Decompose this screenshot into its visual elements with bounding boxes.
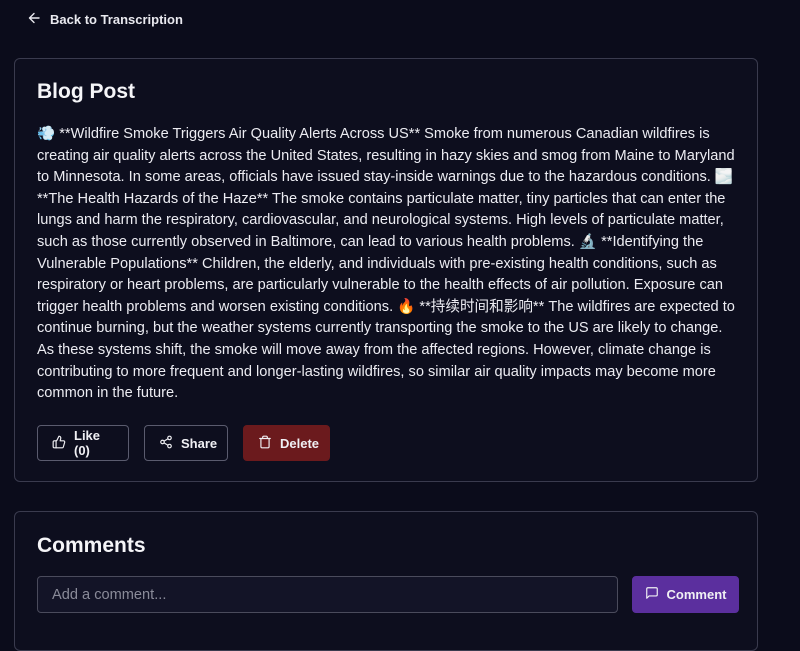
arrow-left-icon	[28, 12, 40, 27]
post-actions: Like (0) Share Delete	[37, 425, 330, 461]
message-square-icon	[645, 586, 659, 603]
share-icon	[159, 435, 173, 452]
blog-post-body: 💨 **Wildfire Smoke Triggers Air Quality …	[37, 126, 735, 402]
share-button[interactable]: Share	[144, 425, 228, 461]
like-label: Like (0)	[74, 428, 101, 458]
share-label: Share	[181, 435, 218, 451]
back-to-transcription-link[interactable]: Back to Transcription	[28, 9, 183, 29]
delete-label: Delete	[280, 435, 320, 451]
comments-card: Comments Comment	[14, 511, 758, 651]
trash-icon	[258, 435, 272, 452]
comment-input[interactable]	[37, 576, 618, 613]
delete-button[interactable]: Delete	[243, 425, 330, 461]
blog-post-card: Blog Post 💨 **Wildfire Smoke Triggers Ai…	[14, 58, 758, 482]
blog-post-heading: Blog Post	[37, 80, 135, 103]
comment-submit-label: Comment	[666, 587, 727, 602]
thumbs-up-icon	[52, 435, 66, 452]
back-link-label: Back to Transcription	[50, 11, 183, 27]
comment-submit-button[interactable]: Comment	[632, 576, 739, 613]
like-button[interactable]: Like (0)	[37, 425, 129, 461]
comments-heading: Comments	[37, 534, 146, 557]
